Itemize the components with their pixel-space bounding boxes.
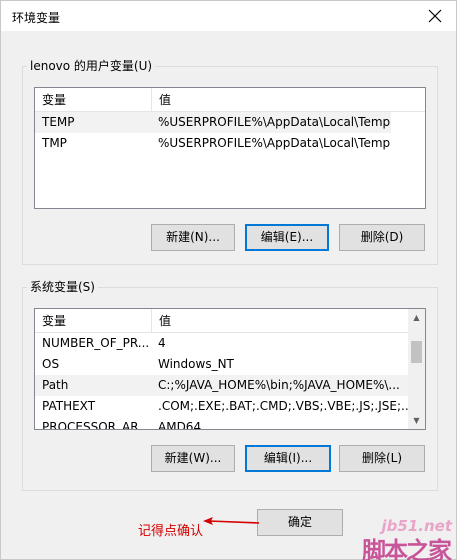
arrow-icon: [203, 517, 260, 525]
variable-name: TMP: [42, 136, 67, 150]
window-title: 环境变量: [12, 11, 61, 25]
table-row[interactable]: TEMP %USERPROFILE%\AppData\Local\Temp: [35, 112, 391, 133]
table-row[interactable]: OS Windows_NT: [35, 354, 409, 375]
system-variables-list[interactable]: 变量 值 NUMBER_OF_PR... 4 OS Windows_NT Pat…: [34, 308, 426, 430]
watermark: jb51.net 脚本之家: [301, 509, 457, 560]
variable-value: AMD64: [158, 420, 202, 430]
user-variables-list[interactable]: 变量 值 TEMP %USERPROFILE%\AppData\Local\Te…: [34, 87, 426, 209]
table-row[interactable]: PATHEXT .COM;.EXE;.BAT;.CMD;.VBS;.VBE;.J…: [35, 396, 409, 417]
close-icon[interactable]: [426, 7, 444, 25]
title-bar: 环境变量: [1, 1, 456, 31]
variable-name: PROCESSOR_AR...: [42, 420, 150, 430]
watermark-text: 脚本之家: [362, 537, 452, 560]
list-header: 变量 值: [35, 88, 425, 112]
variable-value: 4: [158, 336, 166, 350]
user-variables-group: lenovo 的用户变量(U) 变量 值 TEMP %USERPROFILE%\…: [22, 58, 438, 265]
variable-value: .COM;.EXE;.BAT;.CMD;.VBS;.VBE;.JS;.JSE;.…: [158, 399, 409, 413]
system-new-button[interactable]: 新建(W)...: [151, 445, 235, 472]
table-row[interactable]: NUMBER_OF_PR... 4: [35, 333, 409, 354]
system-variables-group: 系统变量(S) 变量 值 NUMBER_OF_PR... 4 OS Window…: [22, 279, 438, 491]
user-new-button[interactable]: 新建(N)...: [151, 224, 235, 251]
user-edit-button[interactable]: 编辑(E)...: [245, 224, 329, 251]
system-delete-button[interactable]: 删除(L): [339, 445, 425, 472]
column-header-variable[interactable]: 变量: [35, 309, 151, 333]
variable-value: C:;%JAVA_HOME%\bin;%JAVA_HOME%\...: [158, 378, 400, 392]
system-variables-label: 系统变量(S): [27, 279, 98, 295]
table-row[interactable]: TMP %USERPROFILE%\AppData\Local\Temp: [35, 133, 391, 154]
variable-value: %USERPROFILE%\AppData\Local\Temp: [158, 115, 391, 129]
variable-name: TEMP: [42, 115, 75, 129]
column-header-value[interactable]: 值: [152, 88, 425, 112]
scrollbar-thumb[interactable]: [411, 341, 422, 363]
vertical-scrollbar[interactable]: ▲ ▼: [408, 309, 425, 429]
table-row[interactable]: PROCESSOR_AR... AMD64: [35, 417, 409, 430]
column-header-value[interactable]: 值: [152, 309, 409, 333]
variable-name: PATHEXT: [42, 399, 96, 413]
variable-name: OS: [42, 357, 60, 371]
user-delete-button[interactable]: 删除(D): [339, 224, 425, 251]
variable-value: Windows_NT: [158, 357, 234, 371]
list-header: 变量 值: [35, 309, 409, 333]
user-variables-label: lenovo 的用户变量(U): [27, 58, 156, 74]
column-header-variable[interactable]: 变量: [35, 88, 151, 112]
variable-name: NUMBER_OF_PR...: [42, 336, 150, 350]
table-row[interactable]: Path C:;%JAVA_HOME%\bin;%JAVA_HOME%\...: [35, 375, 409, 396]
variable-value: %USERPROFILE%\AppData\Local\Temp: [158, 136, 391, 150]
variable-name: Path: [42, 378, 69, 392]
environment-variables-dialog: 环境变量 lenovo 的用户变量(U) 变量 值 TEMP %USERPROF…: [0, 0, 457, 560]
scroll-up-icon[interactable]: ▲: [408, 309, 425, 326]
system-edit-button[interactable]: 编辑(I)...: [245, 445, 331, 472]
scroll-down-icon[interactable]: ▼: [408, 412, 425, 429]
annotation-text: 记得点确认: [138, 524, 204, 539]
